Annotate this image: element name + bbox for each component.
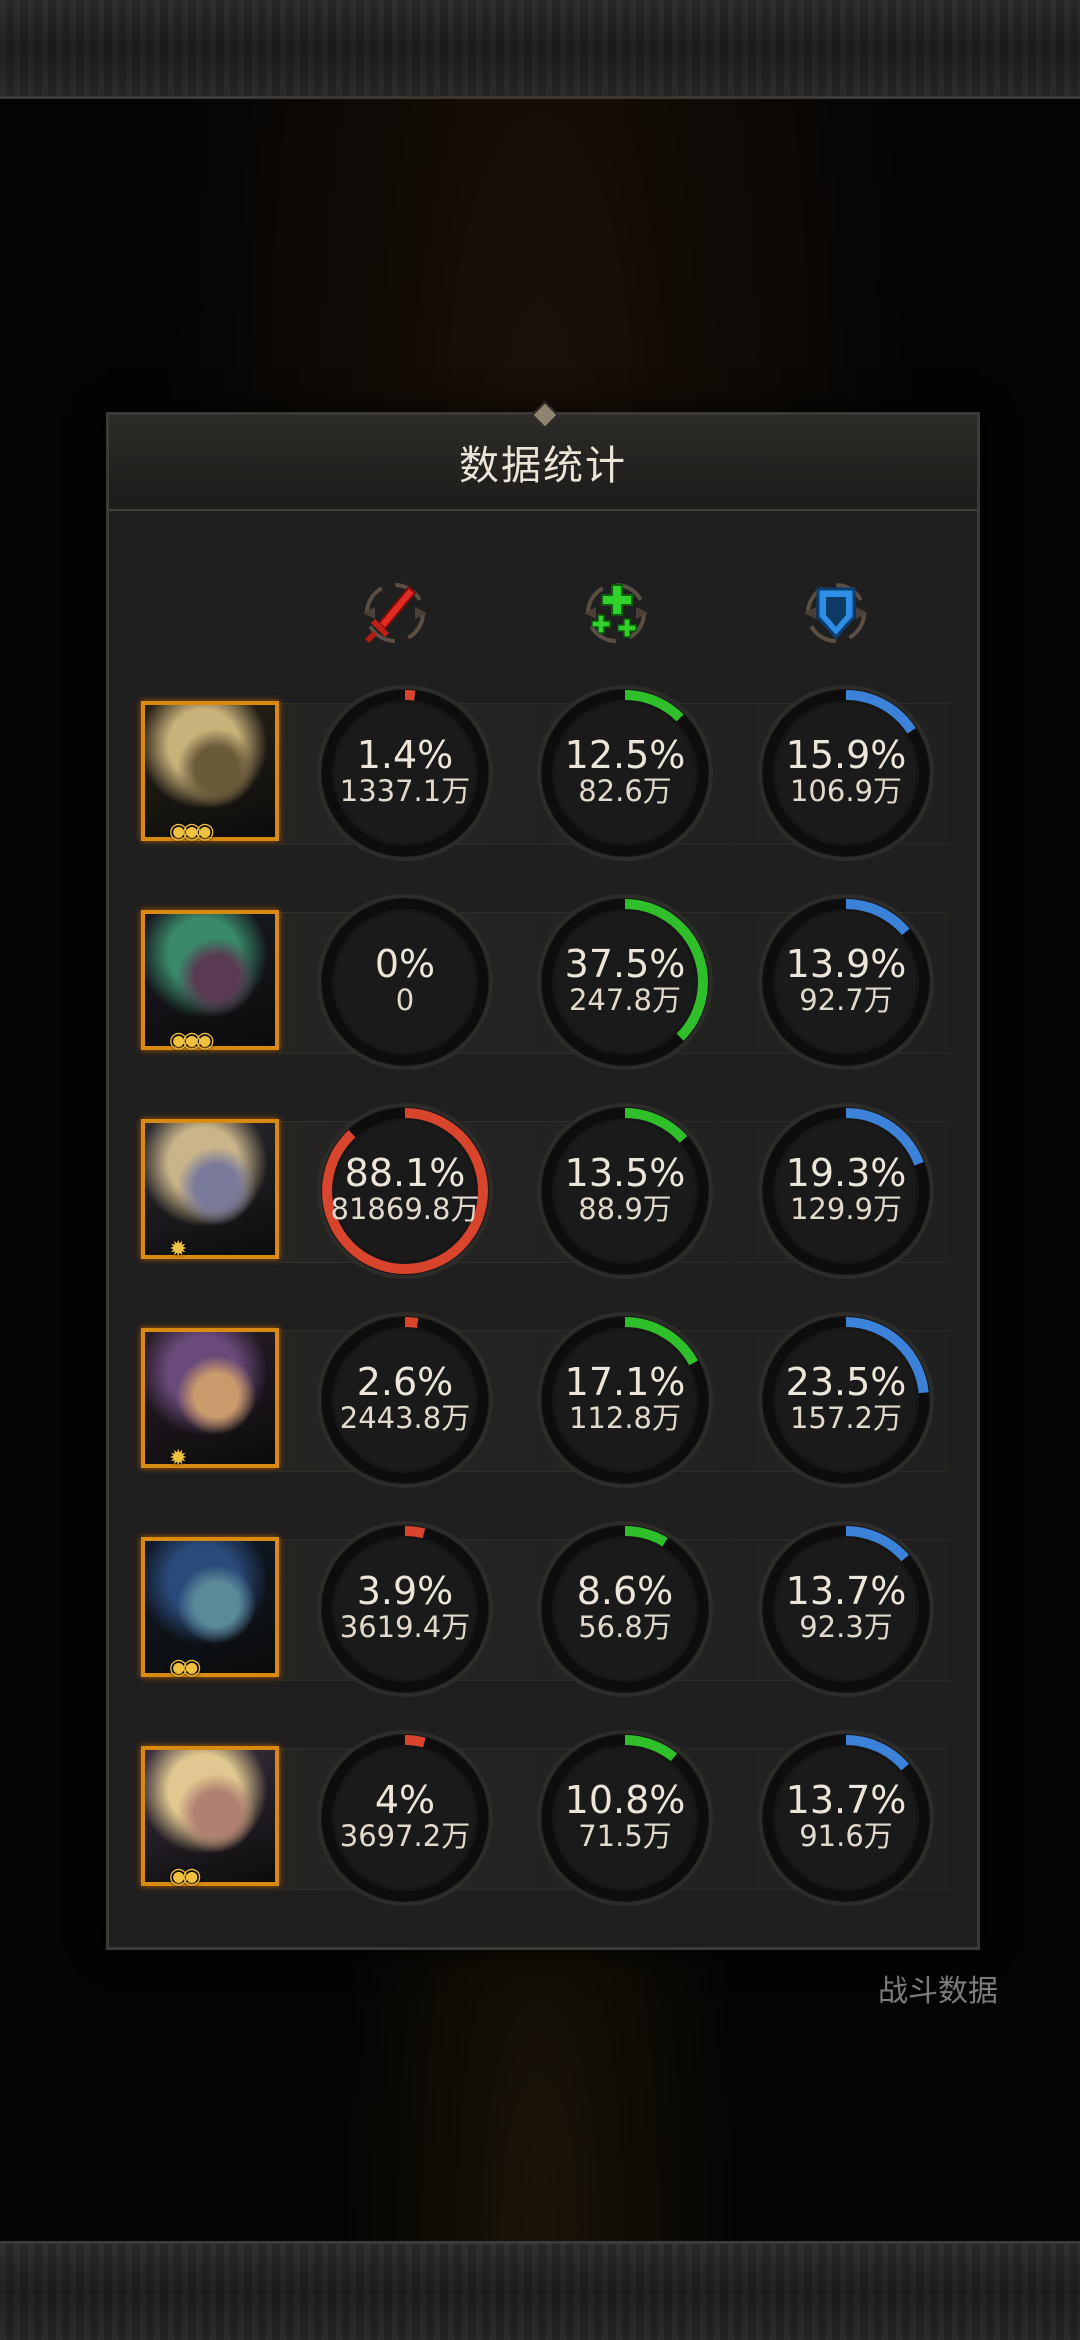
portrait-image xyxy=(145,1541,275,1673)
tank-amount: 157.2万 xyxy=(789,1401,903,1435)
panel-title: 数据统计 xyxy=(459,443,627,489)
hero-portrait-blonde-archer[interactable] xyxy=(141,701,279,841)
hero-stats-row: ◉◉ 4% 3697.2万 10.8% 71.5万 13.7% 91.6万 xyxy=(129,1728,957,1910)
tank-share-ring: 13.9% 92.7万 xyxy=(756,892,936,1072)
tank-percent: 23.5% xyxy=(785,1360,907,1404)
heal-percent: 37.5% xyxy=(564,942,686,986)
hero-portrait-crowned-elf[interactable] xyxy=(141,1119,279,1259)
heal-share-ring: 10.8% 71.5万 xyxy=(535,1728,715,1908)
heal-percent: 12.5% xyxy=(564,733,686,777)
bottom-frame-border xyxy=(0,2241,1080,2340)
portrait-image xyxy=(145,705,275,837)
heal-share-ring: 17.1% 112.8万 xyxy=(535,1310,715,1490)
tank-amount: 91.6万 xyxy=(799,1819,893,1853)
heal-percent: 8.6% xyxy=(576,1569,674,1613)
heal-amount: 56.8万 xyxy=(578,1610,672,1644)
sword-icon xyxy=(355,573,435,653)
hero-portrait-blue-warrior[interactable] xyxy=(141,1537,279,1677)
tank-percent: 13.9% xyxy=(785,942,907,986)
tank-share-ring: 15.9% 106.9万 xyxy=(756,683,936,863)
damage-amount: 81869.8万 xyxy=(330,1192,480,1226)
heal-share-ring: 13.5% 88.9万 xyxy=(535,1101,715,1281)
damage-share-ring: 1.4% 1337.1万 xyxy=(315,683,495,863)
star-rank-icon: ◉◉◉ xyxy=(169,819,215,844)
heal-share-ring: 12.5% 82.6万 xyxy=(535,683,715,863)
hero-portrait-flower-maiden[interactable] xyxy=(141,1746,279,1886)
hero-stats-row: ◉◉ 3.9% 3619.4万 8.6% 56.8万 13.7% 92.3万 xyxy=(129,1519,957,1701)
hero-stats-row: ✹ 2.6% 2443.8万 17.1% 112.8万 23.5% 157.2万 xyxy=(129,1310,957,1492)
damage-amount: 3697.2万 xyxy=(339,1819,471,1853)
damage-amount: 3619.4万 xyxy=(339,1610,471,1644)
portrait-image xyxy=(145,1123,275,1255)
heal-share-ring: 8.6% 56.8万 xyxy=(535,1519,715,1699)
star-rank-icon: ✹ xyxy=(169,1237,188,1262)
hero-stats-row: ✹ 88.1% 81869.8万 13.5% 88.9万 19.3% 129.9万 xyxy=(129,1101,957,1283)
star-rank-icon: ◉◉◉ xyxy=(169,1028,215,1053)
portrait-image xyxy=(145,914,275,1046)
damage-amount: 1337.1万 xyxy=(339,774,471,808)
portrait-image xyxy=(145,1750,275,1882)
stats-panel: 数据统计 ◉◉◉ 1.4% 1337.1万 12.5% 82.6万 15.9% 106.9万… xyxy=(106,400,980,1950)
hero-portrait-hooded-girl[interactable] xyxy=(141,1328,279,1468)
hero-stats-row: ◉◉◉ 0% 0 37.5% 247.8万 13.9% 92.7万 xyxy=(129,892,957,1074)
hero-stats-row: ◉◉◉ 1.4% 1337.1万 12.5% 82.6万 15.9% 106.9万 xyxy=(129,683,957,865)
tank-percent: 13.7% xyxy=(785,1569,907,1613)
hero-portrait-antlered-elf[interactable] xyxy=(141,910,279,1050)
tank-amount: 92.3万 xyxy=(799,1610,893,1644)
damage-percent: 0% xyxy=(374,942,436,986)
damage-percent: 3.9% xyxy=(356,1569,454,1613)
panel-header: 数据统计 xyxy=(109,400,977,511)
heal-amount: 88.9万 xyxy=(578,1192,672,1226)
damage-percent: 88.1% xyxy=(344,1151,466,1195)
heal-amount: 112.8万 xyxy=(568,1401,682,1435)
damage-percent: 2.6% xyxy=(356,1360,454,1404)
tank-percent: 15.9% xyxy=(785,733,907,777)
damage-amount: 2443.8万 xyxy=(339,1401,471,1435)
heal-amount: 71.5万 xyxy=(578,1819,672,1853)
heal-percent: 13.5% xyxy=(564,1151,686,1195)
portrait-image xyxy=(145,1332,275,1464)
tank-amount: 106.9万 xyxy=(789,774,903,808)
star-rank-icon: ✹ xyxy=(169,1446,188,1471)
damage-share-ring: 88.1% 81869.8万 xyxy=(315,1101,495,1281)
star-rank-icon: ◉◉ xyxy=(169,1864,202,1889)
tank-share-ring: 23.5% 157.2万 xyxy=(756,1310,936,1490)
damage-share-ring: 4% 3697.2万 xyxy=(315,1728,495,1908)
tank-share-ring: 13.7% 91.6万 xyxy=(756,1728,936,1908)
heal-cross-icon xyxy=(576,573,656,653)
damage-share-ring: 3.9% 3619.4万 xyxy=(315,1519,495,1699)
heal-amount: 247.8万 xyxy=(568,983,682,1017)
tank-share-ring: 13.7% 92.3万 xyxy=(756,1519,936,1699)
damage-share-ring: 2.6% 2443.8万 xyxy=(315,1310,495,1490)
tank-amount: 92.7万 xyxy=(799,983,893,1017)
heal-percent: 10.8% xyxy=(564,1778,686,1822)
tank-amount: 129.9万 xyxy=(789,1192,903,1226)
tank-percent: 19.3% xyxy=(785,1151,907,1195)
tank-percent: 13.7% xyxy=(785,1778,907,1822)
shield-icon xyxy=(796,573,876,653)
damage-share-ring: 0% 0 xyxy=(315,892,495,1072)
heal-amount: 82.6万 xyxy=(578,774,672,808)
top-frame-border xyxy=(0,0,1080,99)
heal-share-ring: 37.5% 247.8万 xyxy=(535,892,715,1072)
damage-amount: 0 xyxy=(395,983,415,1017)
star-rank-icon: ◉◉ xyxy=(169,1655,202,1680)
tank-share-ring: 19.3% 129.9万 xyxy=(756,1101,936,1281)
damage-percent: 4% xyxy=(374,1778,436,1822)
battle-data-label[interactable]: 战斗数据 xyxy=(878,1966,998,2010)
damage-percent: 1.4% xyxy=(356,733,454,777)
heal-percent: 17.1% xyxy=(564,1360,686,1404)
